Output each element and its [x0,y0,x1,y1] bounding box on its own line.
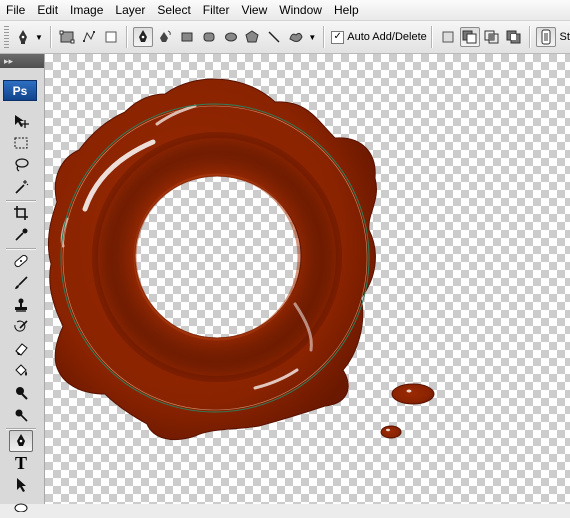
menu-edit[interactable]: Edit [31,0,64,20]
lasso-tool-icon[interactable] [9,154,33,176]
magic-wand-tool-icon[interactable] [9,176,33,198]
pen-tool-option-icon[interactable] [132,27,153,47]
menu-file[interactable]: File [0,0,31,20]
rounded-rectangle-shape-icon[interactable] [199,27,219,47]
ellipse-shape-icon[interactable] [221,27,241,47]
type-tool-icon[interactable]: T [9,452,33,474]
drop-highlight [406,389,412,393]
fill-pixels-icon[interactable] [101,27,121,47]
clone-stamp-tool-icon[interactable] [9,294,33,316]
line-shape-icon[interactable] [264,27,284,47]
style-swatch-icon[interactable] [535,27,556,47]
tool-preset-dropdown-icon[interactable]: ▼ [35,33,43,42]
marquee-tool-icon[interactable] [9,132,33,154]
freeform-pen-icon[interactable] [155,27,175,47]
intersect-shape-areas-icon[interactable] [482,27,502,47]
separator [323,26,326,48]
photoshop-logo[interactable]: Ps [3,80,37,101]
dodge-tool-icon[interactable] [9,382,33,404]
paths-mode-icon[interactable] [79,27,99,47]
separator [49,26,52,48]
menu-select[interactable]: Select [151,0,196,20]
type-tool-glyph: T [14,453,27,473]
menu-filter[interactable]: Filter [197,0,236,20]
collapse-arrows-icon[interactable]: ▸▸ [4,56,13,66]
auto-add-delete-checkbox[interactable]: ✓ [331,30,345,44]
ring-shading [67,107,367,407]
ellipse-tool-icon[interactable] [9,496,33,518]
move-tool-icon[interactable] [9,110,33,132]
menu-image[interactable]: Image [64,0,109,20]
menu-window[interactable]: Window [273,0,328,20]
subtract-from-shape-area-icon[interactable] [459,27,480,47]
pen-tool-icon[interactable] [9,430,33,452]
wax-drop-small [380,425,402,439]
smudge-tool-icon[interactable] [9,404,33,426]
separator [528,26,531,48]
polygon-shape-icon[interactable] [242,27,262,47]
tool-preset-pen-icon[interactable] [13,27,33,47]
style-label: St [559,31,570,43]
menu-help[interactable]: Help [328,0,365,20]
options-bar-grip[interactable] [4,26,9,48]
tools-panel-header[interactable]: ▸▸ [0,54,44,68]
exclude-overlapping-icon[interactable] [504,27,524,47]
menu-view[interactable]: View [235,0,273,20]
paint-bucket-tool-icon[interactable] [9,360,33,382]
tools-panel: ▸▸ Ps T [0,54,45,512]
drop-highlight [386,428,390,432]
healing-brush-tool-icon[interactable] [9,250,33,272]
rectangle-shape-icon[interactable] [177,27,197,47]
history-brush-tool-icon[interactable] [9,316,33,338]
menu-bar: File Edit Image Layer Select Filter View… [0,0,570,21]
eraser-tool-icon[interactable] [9,338,33,360]
canvas-artwork [48,78,435,440]
separator [430,26,433,48]
document-canvas[interactable] [45,54,570,504]
auto-add-delete-label: Auto Add/Delete [347,31,427,43]
menu-layer[interactable]: Layer [109,0,151,20]
path-selection-tool-icon[interactable] [9,474,33,496]
shape-dropdown-icon[interactable]: ▼ [308,33,316,42]
shape-layers-icon[interactable] [57,27,77,47]
separator [125,26,128,48]
brush-tool-icon[interactable] [9,272,33,294]
eyedropper-tool-icon[interactable] [9,224,33,246]
wax-drop-large [391,383,435,405]
add-to-shape-area-icon[interactable] [438,27,458,47]
options-bar: ▼ ▼ ✓ Auto Add/Delete St [0,21,570,54]
crop-tool-icon[interactable] [9,202,33,224]
custom-shape-icon[interactable] [286,27,306,47]
